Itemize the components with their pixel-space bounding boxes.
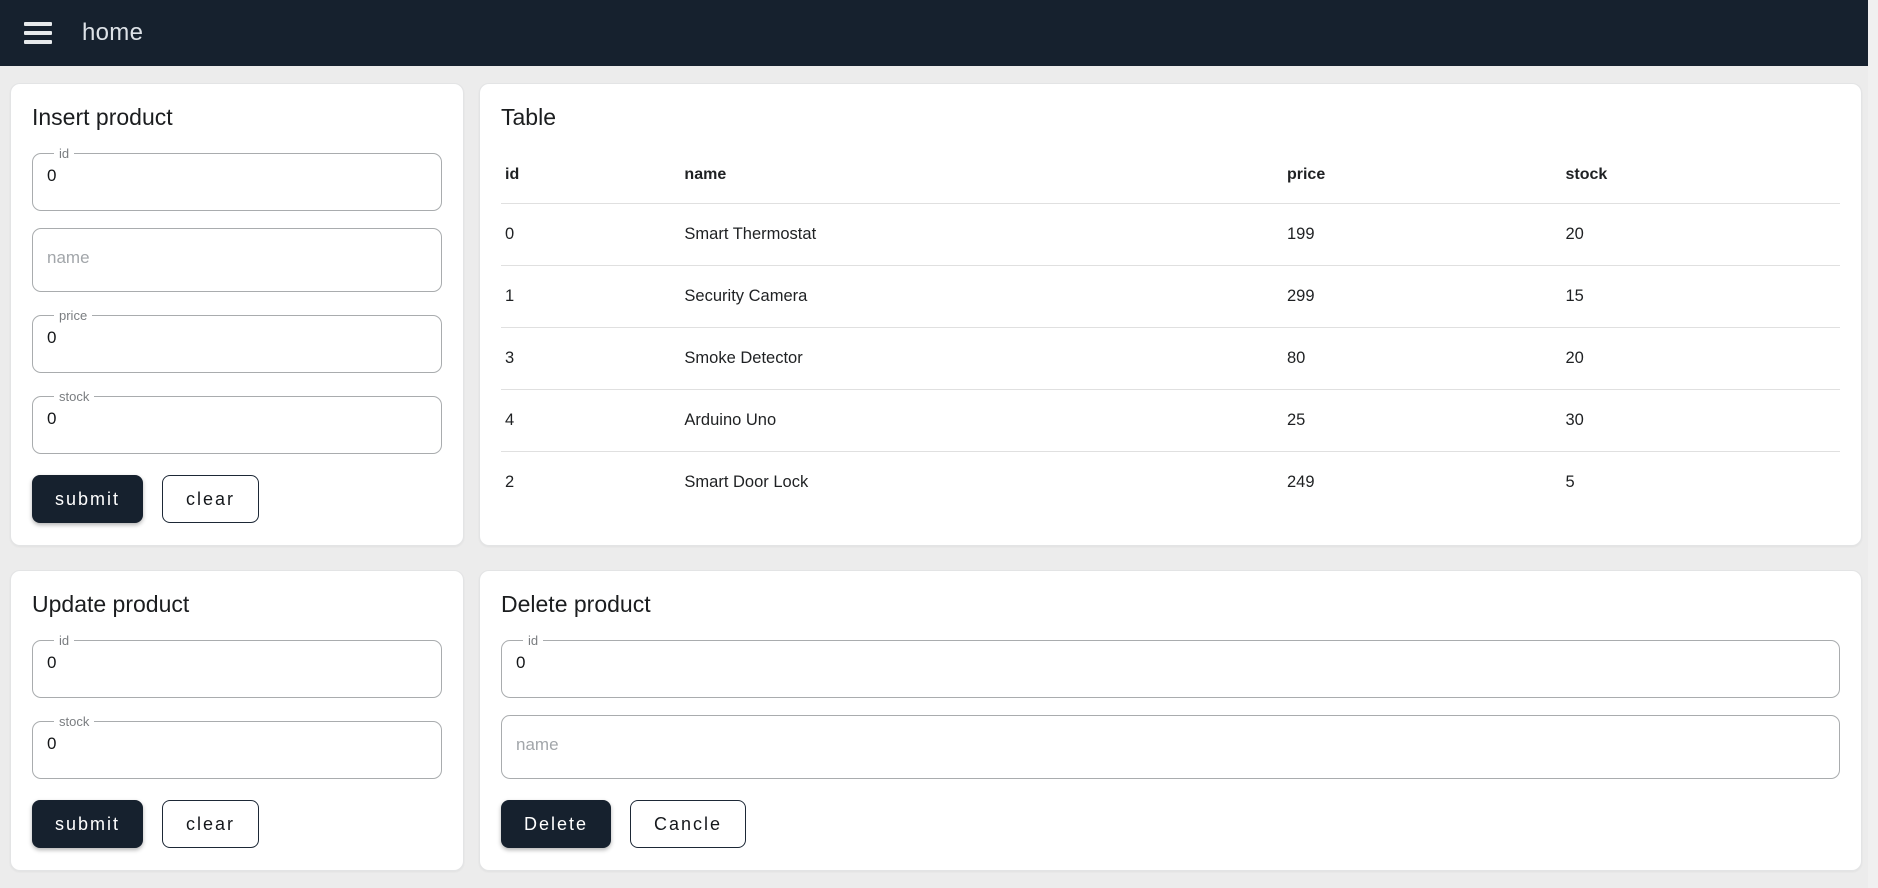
page-title: home [82, 19, 144, 46]
insert-product-title: Insert product [32, 104, 173, 130]
products-table-card: Table id name price stock 0 Smart Thermo… [479, 83, 1862, 546]
table-title: Table [501, 104, 556, 130]
update-product-title: Update product [32, 591, 190, 617]
cell-id: 3 [501, 327, 681, 390]
cell-id: 4 [501, 389, 681, 452]
table-row: 2 Smart Door Lock 249 5 [501, 451, 1840, 513]
insert-id-input[interactable] [47, 166, 427, 186]
cell-name: Smart Door Lock [684, 472, 809, 491]
cell-name: Smoke Detector [680, 327, 1283, 390]
insert-product-card: Insert product id price stock submit cle… [10, 83, 464, 546]
insert-name-input[interactable] [47, 248, 427, 268]
update-stock-label: stock [59, 714, 90, 729]
products-table: id name price stock 0 Smart Thermostat 1… [501, 147, 1840, 513]
delete-name-input[interactable] [516, 735, 1825, 755]
table-header-row: id name price stock [501, 147, 1840, 204]
delete-button[interactable]: Delete [501, 800, 612, 848]
cancel-button[interactable]: Cancle [630, 800, 747, 848]
top-navbar: home [0, 0, 1868, 66]
insert-price-field: price [32, 309, 442, 373]
update-id-label: id [59, 633, 70, 648]
insert-id-label: id [59, 146, 70, 161]
insert-stock-label: stock [59, 389, 90, 404]
table-row: 1 Security Camera 299 15 [501, 265, 1840, 328]
cell-name: Smart Thermostat [680, 203, 1283, 266]
delete-id-field: id [501, 634, 1840, 698]
delete-product-title: Delete product [501, 591, 651, 617]
update-id-input[interactable] [47, 653, 427, 673]
update-stock-field: stock [32, 715, 442, 779]
update-stock-input[interactable] [47, 734, 427, 754]
table-row: 0 Smart Thermostat 199 20 [501, 203, 1840, 266]
cell-price: 299 [1282, 265, 1562, 328]
delete-id-label: id [528, 633, 539, 648]
insert-price-label: price [59, 308, 88, 323]
update-product-card: Update product id stock submit clear [10, 570, 464, 871]
table-row: 4 Arduino Uno 25 30 [501, 389, 1840, 452]
delete-product-card: Delete product id Delete Cancle [479, 570, 1862, 871]
insert-stock-field: stock [32, 390, 442, 454]
cell-stock: 30 [1561, 389, 1840, 452]
col-header-name: name [680, 147, 1283, 204]
col-header-price: price [1282, 147, 1562, 204]
cell-price: 25 [1282, 389, 1562, 452]
update-id-field: id [32, 634, 442, 698]
insert-price-input[interactable] [47, 328, 427, 348]
table-row: 3 Smoke Detector 80 20 [501, 327, 1840, 390]
cell-id: 1 [501, 265, 681, 328]
insert-submit-button[interactable]: submit [32, 475, 144, 523]
cell-stock: 5 [1565, 472, 1575, 491]
cell-name: Arduino Uno [680, 389, 1283, 452]
delete-id-input[interactable] [516, 653, 1825, 673]
main-content: Insert product id price stock submit cle… [0, 66, 1878, 885]
update-submit-button[interactable]: submit [32, 800, 144, 848]
insert-name-field [32, 228, 442, 292]
cell-id: 0 [501, 203, 681, 266]
cell-stock: 15 [1561, 265, 1840, 328]
cell-name: Security Camera [680, 265, 1283, 328]
col-header-id: id [501, 147, 681, 204]
col-header-stock: stock [1561, 147, 1840, 204]
insert-stock-input[interactable] [47, 409, 427, 429]
cell-stock: 20 [1561, 203, 1840, 266]
insert-buttons: submit clear [32, 475, 442, 523]
cell-id: 2 [505, 472, 515, 491]
update-buttons: submit clear [32, 800, 442, 848]
insert-clear-button[interactable]: clear [162, 475, 260, 523]
insert-id-field: id [32, 147, 442, 211]
update-clear-button[interactable]: clear [162, 800, 260, 848]
scrollbar-track[interactable] [1868, 0, 1878, 888]
delete-buttons: Delete Cancle [501, 800, 1840, 848]
cell-stock: 20 [1561, 327, 1840, 390]
hamburger-menu-icon[interactable] [24, 22, 52, 44]
cell-price: 249 [1286, 472, 1315, 491]
cell-price: 80 [1282, 327, 1562, 390]
cell-price: 199 [1282, 203, 1562, 266]
delete-name-field [501, 715, 1840, 779]
